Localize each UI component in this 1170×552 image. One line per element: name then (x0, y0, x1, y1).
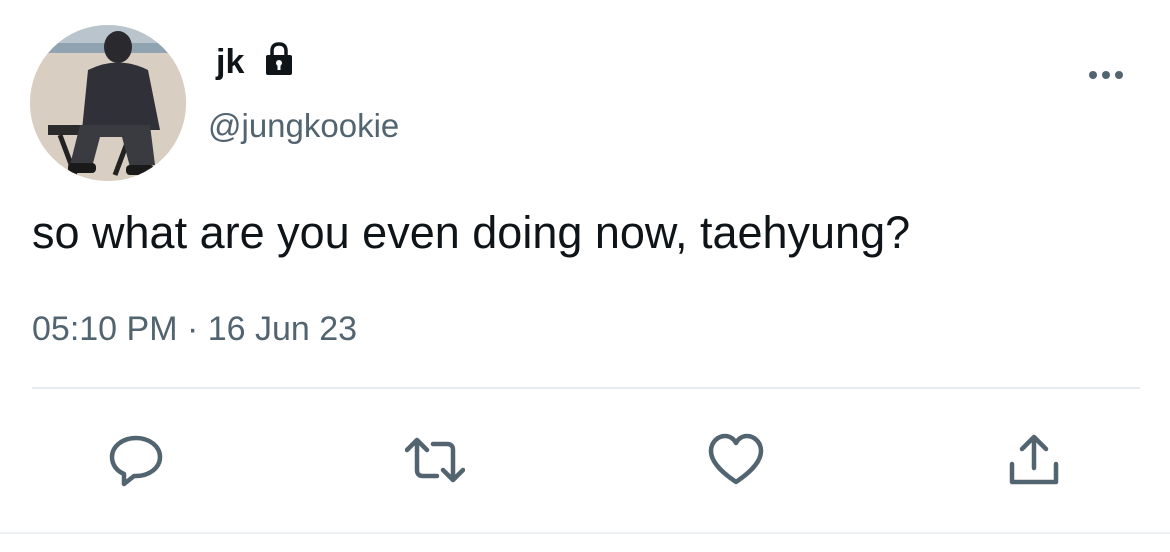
tweet-timestamp[interactable]: 05:10 PM · 16 Jun 23 (32, 307, 357, 351)
more-dots-icon[interactable] (1085, 62, 1129, 88)
retweet-button[interactable] (405, 430, 465, 490)
divider (32, 387, 1140, 389)
user-handle[interactable]: @jungkookie (208, 104, 399, 148)
bottom-divider (0, 532, 1170, 534)
tweet-text: so what are you even doing now, taehyung… (32, 207, 911, 258)
lock-icon (266, 42, 292, 75)
retweet-arrows-icon (405, 437, 465, 483)
display-name[interactable]: jk (216, 40, 244, 84)
like-button[interactable] (706, 430, 766, 490)
tweet-card: jk @jungkookie so what are you even doin… (0, 0, 1170, 552)
share-button[interactable] (1004, 430, 1064, 490)
avatar[interactable] (30, 25, 186, 181)
heart-icon (708, 433, 764, 485)
speech-bubble-icon (109, 435, 163, 487)
profile-photo (30, 25, 186, 181)
reply-button[interactable] (106, 430, 166, 490)
share-arrow-icon (1009, 434, 1059, 485)
